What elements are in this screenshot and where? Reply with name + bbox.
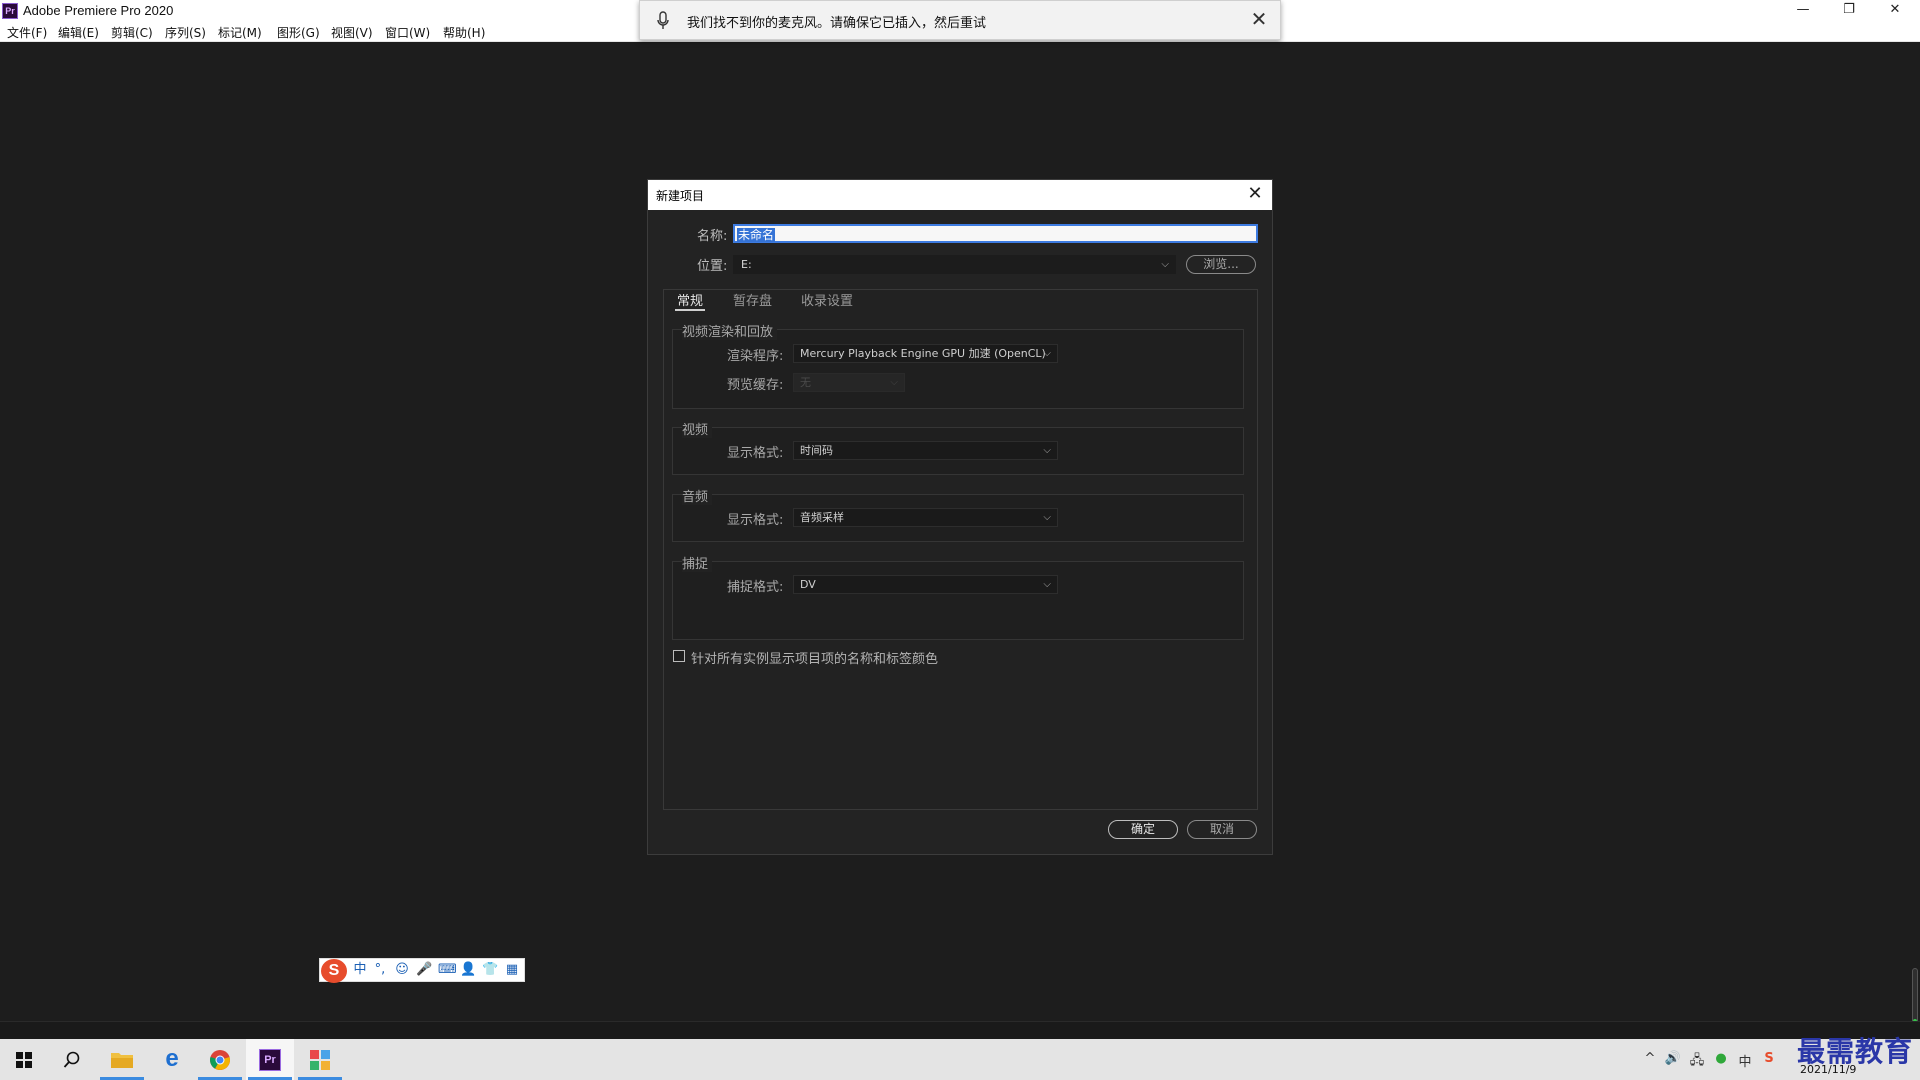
preview-cache-select: 无 ⌵ xyxy=(793,373,905,392)
menu-view[interactable]: 视图(V) xyxy=(331,24,373,41)
new-project-dialog: 新建项目 ✕ 名称: 未命名 位置: E: ⌵ 浏览... 常规 暂存盘 收录设… xyxy=(647,179,1273,855)
show-label-colors-label[interactable]: 针对所有实例显示项目项的名称和标签颜色 xyxy=(691,648,938,667)
premiere-icon: Pr xyxy=(259,1049,281,1071)
emoji-icon[interactable]: ☺ xyxy=(394,962,410,978)
voice-input-icon[interactable]: 🎤 xyxy=(416,962,432,978)
search-button[interactable] xyxy=(48,1039,96,1080)
capture-group xyxy=(672,561,1244,640)
punctuation-icon[interactable]: °, xyxy=(372,962,388,978)
edge-button[interactable]: e xyxy=(148,1039,196,1080)
project-name-input[interactable]: 未命名 xyxy=(733,224,1258,243)
premiere-taskbar-button[interactable]: Pr xyxy=(246,1039,294,1080)
microphone-notification: 我们找不到你的麦克风。请确保它已插入，然后重试 ✕ xyxy=(639,0,1281,40)
watermark-logo: 最需教育 xyxy=(1797,1035,1914,1068)
audio-display-format-value: 音频采样 xyxy=(800,511,844,524)
menu-file[interactable]: 文件(F) xyxy=(7,24,47,41)
browse-button[interactable]: 浏览... xyxy=(1186,255,1256,274)
menu-clip[interactable]: 剪辑(C) xyxy=(111,24,153,41)
name-label: 名称: xyxy=(697,229,728,244)
skin-icon[interactable]: 👕 xyxy=(482,962,498,978)
user-icon[interactable]: 👤 xyxy=(460,962,476,978)
input-language-icon[interactable]: 中 xyxy=(1736,1051,1754,1070)
minimize-button[interactable]: — xyxy=(1780,0,1826,22)
photo-app-icon xyxy=(310,1050,330,1070)
dialog-close-icon[interactable]: ✕ xyxy=(1244,183,1266,204)
menu-sequence[interactable]: 序列(S) xyxy=(165,24,206,41)
chevron-down-icon: ⌵ xyxy=(1043,579,1051,590)
close-window-button[interactable]: ✕ xyxy=(1872,0,1918,22)
preview-cache-label: 预览缓存: xyxy=(727,378,784,393)
render-group-title: 视频渲染和回放 xyxy=(682,321,778,340)
capture-format-value: DV xyxy=(800,578,816,591)
preview-cache-value: 无 xyxy=(800,376,811,389)
windows-logo-icon xyxy=(16,1052,32,1068)
taskbar: e Pr ^ 🔊 🖧 ● 中 S 2021/11/9 xyxy=(0,1039,1920,1080)
dialog-title: 新建项目 xyxy=(656,189,705,203)
file-explorer-button[interactable] xyxy=(98,1039,146,1080)
restore-button[interactable]: ❐ xyxy=(1826,0,1872,22)
menu-help[interactable]: 帮助(H) xyxy=(443,24,485,41)
sogou-tray-icon[interactable]: S xyxy=(1760,1051,1778,1066)
ime-mode-toggle[interactable]: 中 xyxy=(352,962,368,978)
video-display-format-label: 显示格式: xyxy=(727,446,784,461)
window-title: Adobe Premiere Pro 2020 xyxy=(23,3,174,18)
tab-scratch-disks[interactable]: 暂存盘 xyxy=(733,290,772,309)
ime-toolbar: S 中 °, ☺ 🎤 ⌨ 👤 👕 ▦ xyxy=(319,958,525,983)
capture-group-title: 捕捉 xyxy=(682,553,713,572)
volume-icon[interactable]: 🔊 xyxy=(1664,1051,1682,1066)
chevron-down-icon: ⌵ xyxy=(1161,259,1169,270)
capture-format-label: 捕捉格式: xyxy=(727,580,784,595)
active-tab-indicator xyxy=(675,309,705,311)
volume-indicator xyxy=(1912,968,1918,1028)
keyboard-icon[interactable]: ⌨ xyxy=(438,962,457,978)
premiere-app-icon: Pr xyxy=(2,3,18,19)
edge-icon: e xyxy=(165,1045,179,1072)
chevron-down-icon: ⌵ xyxy=(1043,445,1051,456)
capture-format-select[interactable]: DV ⌵ xyxy=(793,575,1058,594)
chrome-button[interactable] xyxy=(196,1039,244,1080)
chevron-down-icon: ⌵ xyxy=(1043,512,1051,523)
chevron-down-icon: ⌵ xyxy=(890,377,898,388)
security-icon[interactable]: ● xyxy=(1712,1051,1730,1066)
menu-graphics[interactable]: 图形(G) xyxy=(277,24,320,41)
project-name-value: 未命名 xyxy=(737,228,776,242)
notification-close-icon[interactable]: ✕ xyxy=(1248,8,1270,30)
renderer-value: Mercury Playback Engine GPU 加速 (OpenCL) xyxy=(800,347,1046,360)
notification-message: 我们找不到你的麦克风。请确保它已插入，然后重试 xyxy=(687,16,987,31)
microphone-icon xyxy=(657,11,669,29)
menu-window[interactable]: 窗口(W) xyxy=(385,24,430,41)
start-button[interactable] xyxy=(0,1039,48,1080)
audio-display-format-label: 显示格式: xyxy=(727,513,784,528)
audio-display-format-select[interactable]: 音频采样 ⌵ xyxy=(793,508,1058,527)
menu-markers[interactable]: 标记(M) xyxy=(218,24,262,41)
video-group-title: 视频 xyxy=(682,419,713,438)
ok-button[interactable]: 确定 xyxy=(1108,820,1178,839)
search-icon xyxy=(63,1051,80,1068)
dialog-titlebar: 新建项目 ✕ xyxy=(648,180,1272,210)
renderer-select[interactable]: Mercury Playback Engine GPU 加速 (OpenCL) … xyxy=(793,344,1058,363)
cancel-button[interactable]: 取消 xyxy=(1187,820,1257,839)
network-icon[interactable]: 🖧 xyxy=(1688,1051,1706,1073)
toolbox-icon[interactable]: ▦ xyxy=(504,962,520,978)
video-display-format-value: 时间码 xyxy=(800,444,833,457)
chrome-icon xyxy=(210,1050,230,1070)
photo-app-button[interactable] xyxy=(296,1039,344,1080)
location-label: 位置: xyxy=(697,259,728,274)
status-strip xyxy=(0,1021,1920,1039)
menu-edit[interactable]: 编辑(E) xyxy=(58,24,99,41)
location-value: E: xyxy=(741,258,752,271)
show-label-colors-checkbox[interactable] xyxy=(673,650,685,662)
show-hidden-icons[interactable]: ^ xyxy=(1641,1051,1659,1066)
video-display-format-select[interactable]: 时间码 ⌵ xyxy=(793,441,1058,460)
location-select[interactable]: E: ⌵ xyxy=(733,255,1176,274)
sogou-logo-icon[interactable]: S xyxy=(321,959,347,983)
chevron-down-icon: ⌵ xyxy=(1043,348,1051,359)
render-playback-group xyxy=(672,329,1244,409)
tab-general[interactable]: 常规 xyxy=(677,290,703,309)
tab-ingest-settings[interactable]: 收录设置 xyxy=(801,290,853,309)
audio-group-title: 音频 xyxy=(682,486,713,505)
folder-icon xyxy=(111,1053,133,1068)
renderer-label: 渲染程序: xyxy=(727,349,784,364)
